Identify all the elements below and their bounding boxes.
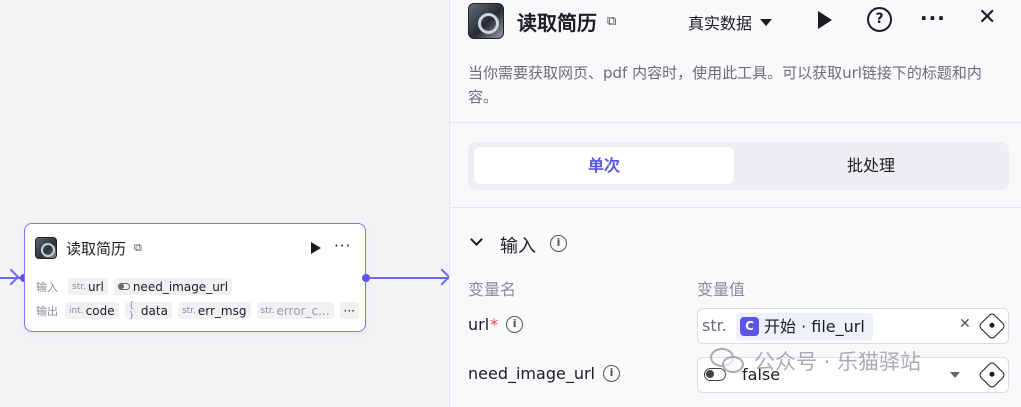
watermark: 公众号 · 乐猫驿站: [710, 346, 921, 376]
data-mode-dropdown[interactable]: 真实数据: [688, 10, 773, 34]
chevron-down-icon[interactable]: [950, 372, 960, 378]
help-icon[interactable]: ?: [867, 7, 892, 32]
output-chip-err-msg: str. err_msg: [177, 302, 251, 319]
workflow-canvas[interactable]: 读取简历 ⧉ ··· 输入 str. url need_image_url 输出 …: [0, 0, 451, 407]
node-output-row: 输出 int. code { } data str. err_msg str. erro…: [36, 301, 365, 321]
chevron-down-icon[interactable]: [470, 233, 483, 246]
variable-reference-chip[interactable]: C 开始 · file_url: [736, 313, 873, 340]
input-chip-need-image-url: need_image_url: [113, 278, 233, 295]
node-more-icon[interactable]: ···: [334, 237, 351, 255]
output-chip-error-code: str. error_c...: [256, 302, 334, 319]
field-label-url: url * i: [468, 315, 524, 334]
node-run-icon[interactable]: [311, 242, 321, 254]
tab-batch[interactable]: 批处理: [740, 147, 1002, 184]
node-title: 读取简历: [66, 239, 127, 258]
side-panel-icon[interactable]: ⧉: [607, 14, 616, 29]
chevron-down-icon: [760, 18, 773, 26]
info-icon[interactable]: i: [550, 235, 567, 252]
output-row-label: 输出: [36, 304, 58, 318]
variable-picker-icon[interactable]: [977, 360, 1007, 390]
panel-title: 读取简历: [517, 10, 597, 35]
info-icon[interactable]: i: [602, 365, 620, 382]
close-icon[interactable]: ✕: [978, 5, 996, 30]
outgoing-edge-arrow-icon: [433, 268, 451, 286]
tab-single[interactable]: 单次: [474, 147, 734, 184]
column-header-name: 变量名: [468, 280, 517, 299]
incoming-edge-arrow-icon: [2, 268, 20, 286]
info-icon[interactable]: i: [506, 316, 524, 333]
output-chip-code: int. code: [65, 302, 119, 319]
section-title-input[interactable]: 输入: [500, 232, 536, 258]
plugin-logo: [35, 237, 57, 259]
tool-description: 当你需要获取网页、pdf 内容时，使用此工具。可以获取url链接下的标题和内容。: [468, 64, 982, 106]
data-mode-label: 真实数据: [688, 14, 753, 33]
side-panel-icon[interactable]: ⧉: [134, 241, 142, 255]
more-icon[interactable]: ···: [920, 6, 946, 30]
run-icon[interactable]: [818, 11, 832, 29]
wechat-icon: [710, 348, 744, 374]
outputs-more-icon[interactable]: ···: [339, 302, 359, 319]
divider: [450, 122, 1021, 123]
node-input-row: 输入 str. url need_image_url: [36, 278, 238, 295]
input-chip-url: str. url: [68, 278, 108, 295]
workflow-node-read-resume[interactable]: 读取简历 ⧉ ··· 输入 str. url need_image_url 输出 …: [24, 223, 366, 332]
toggle-icon: [117, 283, 130, 290]
variable-picker-icon[interactable]: [977, 311, 1007, 341]
start-node-icon: C: [740, 317, 759, 336]
output-chip-data: { } data: [124, 301, 172, 321]
run-mode-tabs: 单次 批处理: [468, 142, 1009, 190]
plugin-logo: [468, 3, 504, 39]
node-output-port[interactable]: [362, 274, 370, 282]
url-value-field[interactable]: str. C 开始 · file_url ✕: [697, 308, 1009, 344]
divider: [450, 207, 1021, 208]
type-tag: str.: [702, 316, 727, 335]
required-marker: *: [490, 315, 499, 334]
input-row-label: 输入: [36, 280, 58, 294]
clear-icon[interactable]: ✕: [959, 316, 971, 332]
field-label-need-image-url: need_image_url i: [468, 364, 620, 383]
column-header-value: 变量值: [697, 280, 746, 299]
